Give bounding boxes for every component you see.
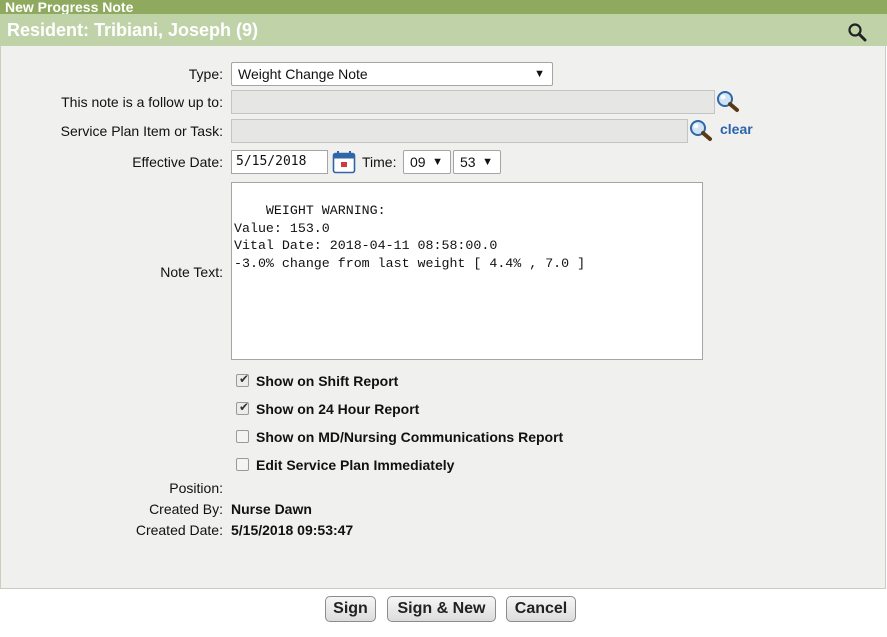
dropdown-arrow-icon: ▼ [534,68,545,80]
checkbox-md-nursing[interactable] [236,430,249,443]
service-plan-field[interactable] [231,119,688,143]
created-date-value: 5/15/2018 09:53:47 [231,522,354,538]
window-title: New Progress Note [0,0,887,14]
resident-name: Resident: Tribiani, Joseph (9) [7,20,259,40]
effective-date-label: Effective Date: [132,154,223,170]
minute-select-value: 53 [460,154,476,170]
checkbox-24hour-report[interactable]: ✔ [236,400,250,415]
checkbox-edit-service-plan-label: Edit Service Plan Immediately [256,457,455,473]
followup-magnifier-icon[interactable] [715,89,741,113]
type-select-value: Weight Change Note [238,66,368,82]
checkbox-shift-report-label: Show on Shift Report [256,373,399,389]
note-text-content: WEIGHT WARNING: Value: 153.0 Vital Date:… [234,203,586,271]
effective-date-input[interactable]: 5/15/2018 [231,150,328,174]
calendar-icon[interactable] [332,150,356,174]
cancel-button[interactable]: Cancel [506,596,576,622]
sign-and-new-button[interactable]: Sign & New [387,596,496,622]
checkbox-shift-report[interactable]: ✔ [236,372,250,387]
note-text-label: Note Text: [160,264,223,280]
hour-select-value: 09 [410,154,426,170]
time-label: Time: [362,154,397,170]
created-date-label: Created Date: [135,522,223,538]
note-text-area[interactable]: WEIGHT WARNING: Value: 153.0 Vital Date:… [231,182,703,360]
checkbox-24hour-report-label: Show on 24 Hour Report [256,401,420,417]
created-by-label: Created By: [149,501,223,517]
followup-label: This note is a follow up to: [61,94,223,110]
checkmark-icon: ✔ [239,400,250,414]
service-plan-label: Service Plan Item or Task: [60,123,223,139]
followup-field[interactable] [231,90,715,114]
dropdown-arrow-icon: ▼ [432,156,443,168]
dropdown-arrow-icon: ▼ [482,156,493,168]
service-plan-magnifier-icon[interactable] [688,118,714,142]
form-panel: Type: Weight Change Note ▼ This note is … [0,46,886,589]
created-by-value: Nurse Dawn [231,501,312,517]
type-select[interactable]: Weight Change Note ▼ [231,62,553,86]
resize-grip-icon[interactable] [691,348,701,358]
clear-link[interactable]: clear [720,121,753,137]
type-label: Type: [188,66,223,82]
position-label: Position: [169,480,223,496]
hour-select[interactable]: 09 ▼ [403,150,451,174]
checkbox-md-nursing-label: Show on MD/Nursing Communications Report [256,429,564,445]
sign-button[interactable]: Sign [325,596,376,622]
resident-header: Resident: Tribiani, Joseph (9) [0,14,887,46]
header-search-icon[interactable] [847,20,869,42]
checkmark-icon: ✔ [239,372,250,386]
checkbox-edit-service-plan[interactable] [236,458,249,471]
minute-select[interactable]: 53 ▼ [453,150,501,174]
